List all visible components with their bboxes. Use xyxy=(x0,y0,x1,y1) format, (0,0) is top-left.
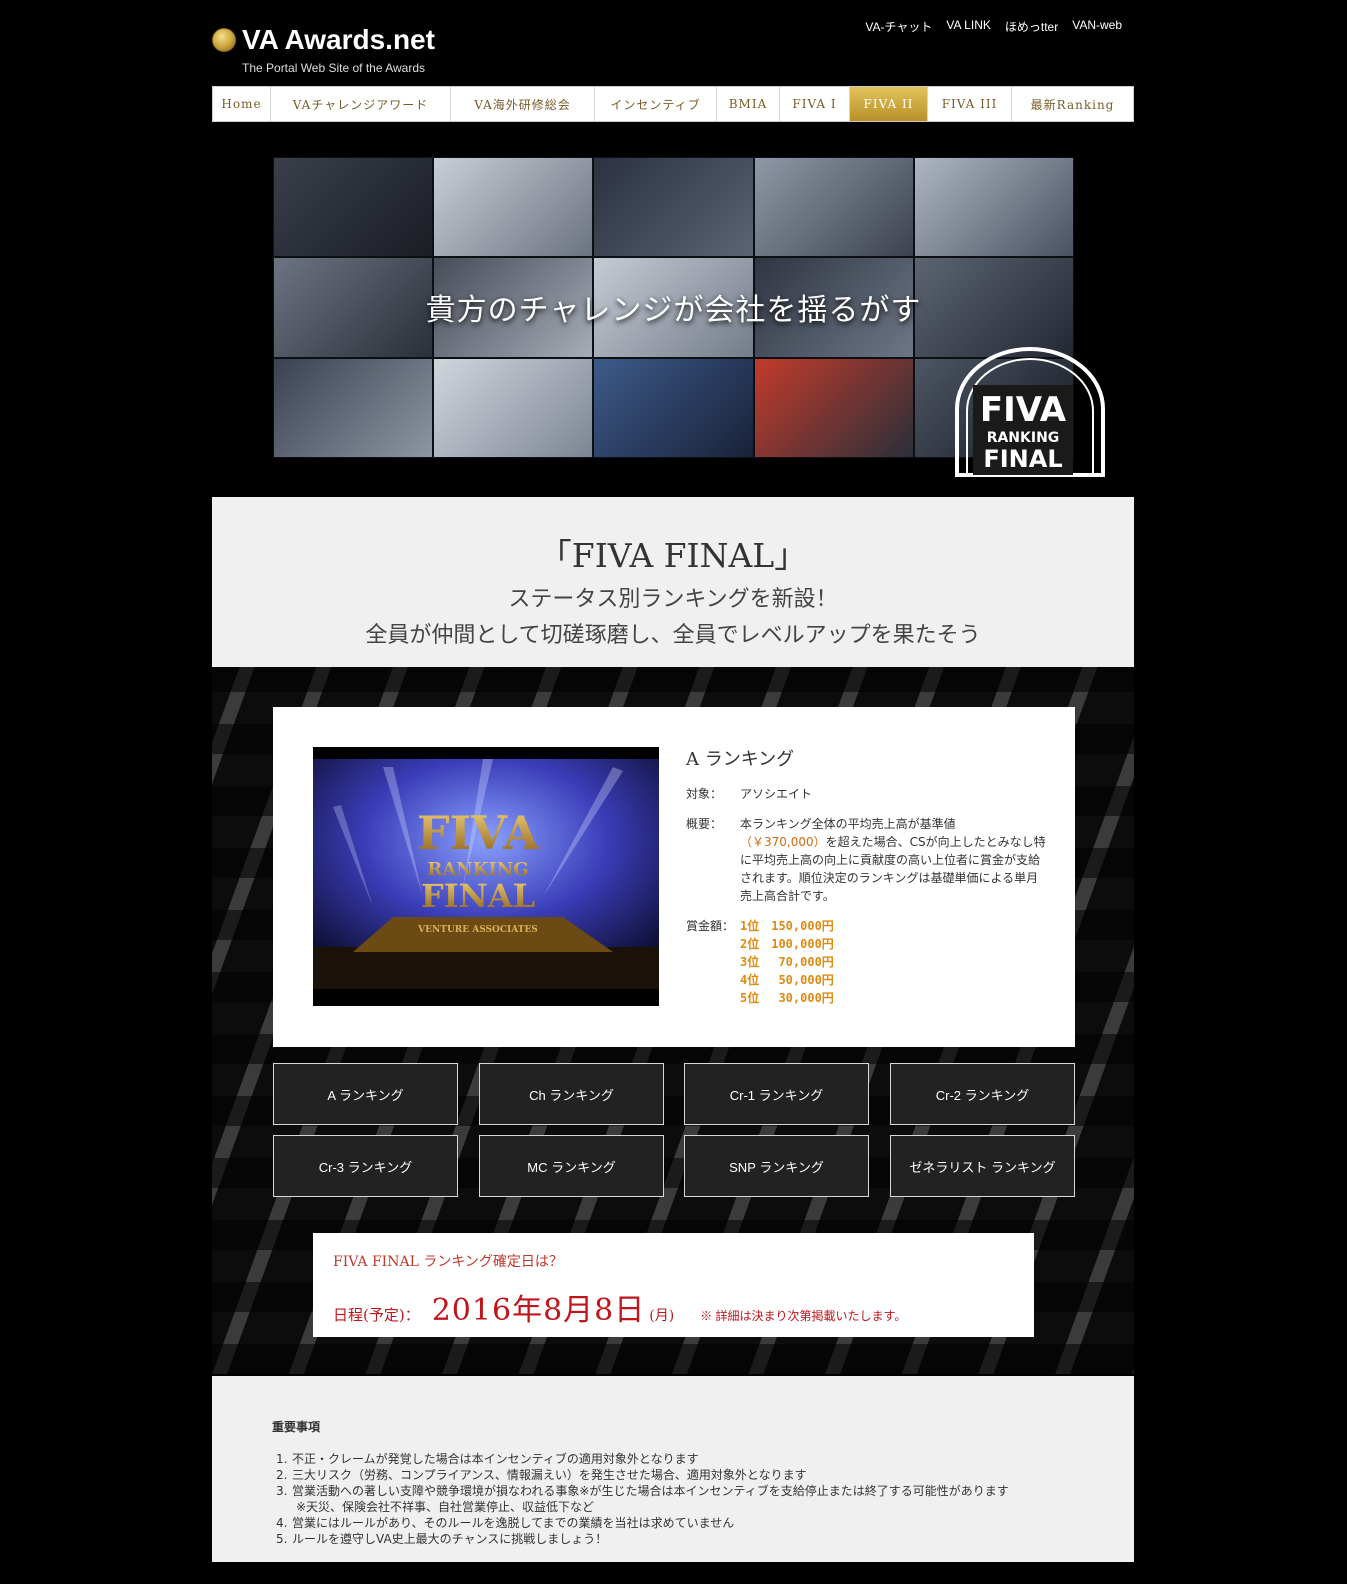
nav-fiva-1[interactable]: FIVA I xyxy=(780,87,850,121)
intro-subtitle-2: 全員が仲間として切磋琢磨し、全員でレベルアップを果たそう xyxy=(365,623,981,648)
summary-row: 概要： 本ランキング全体の平均売上高が基準値 （￥370,000）を超えた場合、C… xyxy=(686,815,1046,905)
notice-schedule: 日程(予定)： 2016年8月8日 (月) ※ 詳細は決まり次第掲載いたします。 xyxy=(333,1285,906,1329)
summary-label: 概要： xyxy=(686,817,723,831)
prize-2nd: 2位 100,000円 xyxy=(740,937,834,951)
target-row: 対象： アソシエイト xyxy=(686,785,1046,803)
nav-bmia[interactable]: BMIA xyxy=(717,87,780,121)
a-ranking-button[interactable]: A ランキング xyxy=(273,1063,458,1125)
schedule-date: 2016年8月8日 xyxy=(431,1293,646,1328)
video-text-caption: VENTURE ASSOCIATES xyxy=(417,925,538,935)
toplink-van-web[interactable]: VAN-web xyxy=(1072,18,1122,35)
ranking-title: A ランキング xyxy=(686,749,795,770)
base-price: （￥370,000） xyxy=(740,835,826,849)
notice-question: FIVA FINAL ランキング確定日は？ xyxy=(333,1254,563,1270)
logo-text: VA Awards.net xyxy=(242,24,435,55)
prize-list: 1位 150,000円 2位 100,000円 3位 70,000円 4位 50… xyxy=(740,917,834,1007)
nav-fiva-3[interactable]: FIVA III xyxy=(928,87,1012,121)
badge-line-fiva: FIVA xyxy=(980,390,1067,430)
target-value: アソシエイト xyxy=(740,787,813,801)
prize-label: 賞金額： xyxy=(686,919,735,933)
target-label: 対象： xyxy=(686,787,723,801)
prize-3rd: 3位 70,000円 xyxy=(740,955,834,969)
nav-va-overseas-training[interactable]: VA海外研修総会 xyxy=(451,87,595,121)
snp-ranking-button[interactable]: SNP ランキング xyxy=(684,1135,869,1197)
generalist-ranking-button[interactable]: ゼネラリスト ランキング xyxy=(890,1135,1075,1197)
cr2-ranking-button[interactable]: Cr-2 ランキング xyxy=(890,1063,1075,1125)
ranking-video-thumbnail[interactable]: FIVA RANKING FINAL VENTURE ASSOCIATES xyxy=(313,747,659,1006)
toplink-va-link[interactable]: VA LINK xyxy=(946,18,990,35)
list-item: 1. 不正・クレームが発覚した場合は本インセンティブの適用対象外となります xyxy=(276,1452,699,1466)
hero-headline: 貴方のチャレンジが会社を揺るがす xyxy=(425,293,922,328)
top-links: VA-チャット VA LINK ほめっtter VAN-web xyxy=(865,18,1122,35)
nav-incentive[interactable]: インセンティブ xyxy=(595,87,717,121)
ranking-detail-card: FIVA RANKING FINAL VENTURE ASSOCIATES A … xyxy=(273,707,1075,1047)
main-nav: Home VAチャレンジアワード VA海外研修総会 インセンティブ BMIA F… xyxy=(212,86,1134,122)
site-header: VA Awards.net The Portal Web Site of the… xyxy=(212,0,1134,84)
list-item: 2. 三大リスク（労務、コンプライアンス、情報漏えい）を発生させた場合、適用対象外… xyxy=(276,1468,807,1482)
schedule-label: 日程(予定)： xyxy=(333,1306,420,1324)
cr1-ranking-button[interactable]: Cr-1 ランキング xyxy=(684,1063,869,1125)
ch-ranking-button[interactable]: Ch ランキング xyxy=(479,1063,664,1125)
nav-fiva-2[interactable]: FIVA II xyxy=(850,87,928,121)
intro-panel: 「FIVA FINAL」 ステータス別ランキングを新設！ 全員が仲間として切磋琢… xyxy=(212,497,1134,667)
list-item-subnote: ※天災、保険会社不祥事、自社営業停止、収益低下など xyxy=(296,1500,595,1514)
prize-5th: 5位 30,000円 xyxy=(740,991,834,1005)
site-tagline: The Portal Web Site of the Awards xyxy=(242,61,425,75)
list-item: 5. ルールを遵守しVA史上最大のチャンスに挑戦しましょう！ xyxy=(276,1532,608,1546)
important-list: 1. 不正・クレームが発覚した場合は本インセンティブの適用対象外となります 2. 三… xyxy=(272,1451,1134,1547)
mc-ranking-button[interactable]: MC ランキング xyxy=(479,1135,664,1197)
intro-title: 「FIVA FINAL」 xyxy=(538,536,808,575)
badge-line-final: FINAL xyxy=(983,445,1062,473)
cr3-ranking-button[interactable]: Cr-3 ランキング xyxy=(273,1135,458,1197)
toplink-va-chat[interactable]: VA-チャット xyxy=(865,18,932,35)
intro-subtitle-1: ステータス別ランキングを新設！ xyxy=(508,587,838,612)
site-logo[interactable]: VA Awards.net xyxy=(212,24,435,56)
prize-row: 賞金額： 1位 150,000円 2位 100,000円 3位 70,000円 … xyxy=(686,917,1046,1007)
summary-text: 本ランキング全体の平均売上高が基準値 （￥370,000）を超えた場合、CSが向上… xyxy=(740,817,1046,903)
gold-coin-icon xyxy=(212,28,236,52)
list-item: 3. 営業活動への著しい支障や競争環境が損なわれる事象※が生じた場合は本インセンテ… xyxy=(276,1484,1009,1498)
badge-line-ranking: RANKING xyxy=(987,430,1060,446)
nav-va-challenge-award[interactable]: VAチャレンジアワード xyxy=(271,87,451,121)
toplink-hometter[interactable]: ほめっtter xyxy=(1005,18,1058,35)
schedule-note: ※ 詳細は決まり次第掲載いたします。 xyxy=(700,1309,907,1323)
video-text-final: FINAL xyxy=(421,877,535,915)
important-notes: 重要事項 1. 不正・クレームが発覚した場合は本インセンティブの適用対象外となりま… xyxy=(212,1376,1134,1562)
nav-latest-ranking[interactable]: 最新Ranking xyxy=(1012,87,1133,121)
video-text-fiva: FIVA xyxy=(417,806,540,860)
list-item: 4. 営業にはルールがあり、そのルールを逸脱してまでの業績を当社は求めていません xyxy=(276,1516,735,1530)
schedule-day: (月) xyxy=(649,1308,675,1324)
nav-home[interactable]: Home xyxy=(213,87,271,121)
important-title: 重要事項 xyxy=(272,1420,321,1434)
prize-1st: 1位 150,000円 xyxy=(740,919,834,933)
ranking-info: A ランキング 対象： アソシエイト 概要： 本ランキング全体の平均売上高が基準… xyxy=(686,745,1046,1019)
prize-4th: 4位 50,000円 xyxy=(740,973,834,987)
ranking-date-notice: FIVA FINAL ランキング確定日は？ 日程(予定)： 2016年8月8日 … xyxy=(313,1233,1034,1337)
fiva-ranking-final-badge: FIVA RANKING FINAL xyxy=(955,347,1105,477)
